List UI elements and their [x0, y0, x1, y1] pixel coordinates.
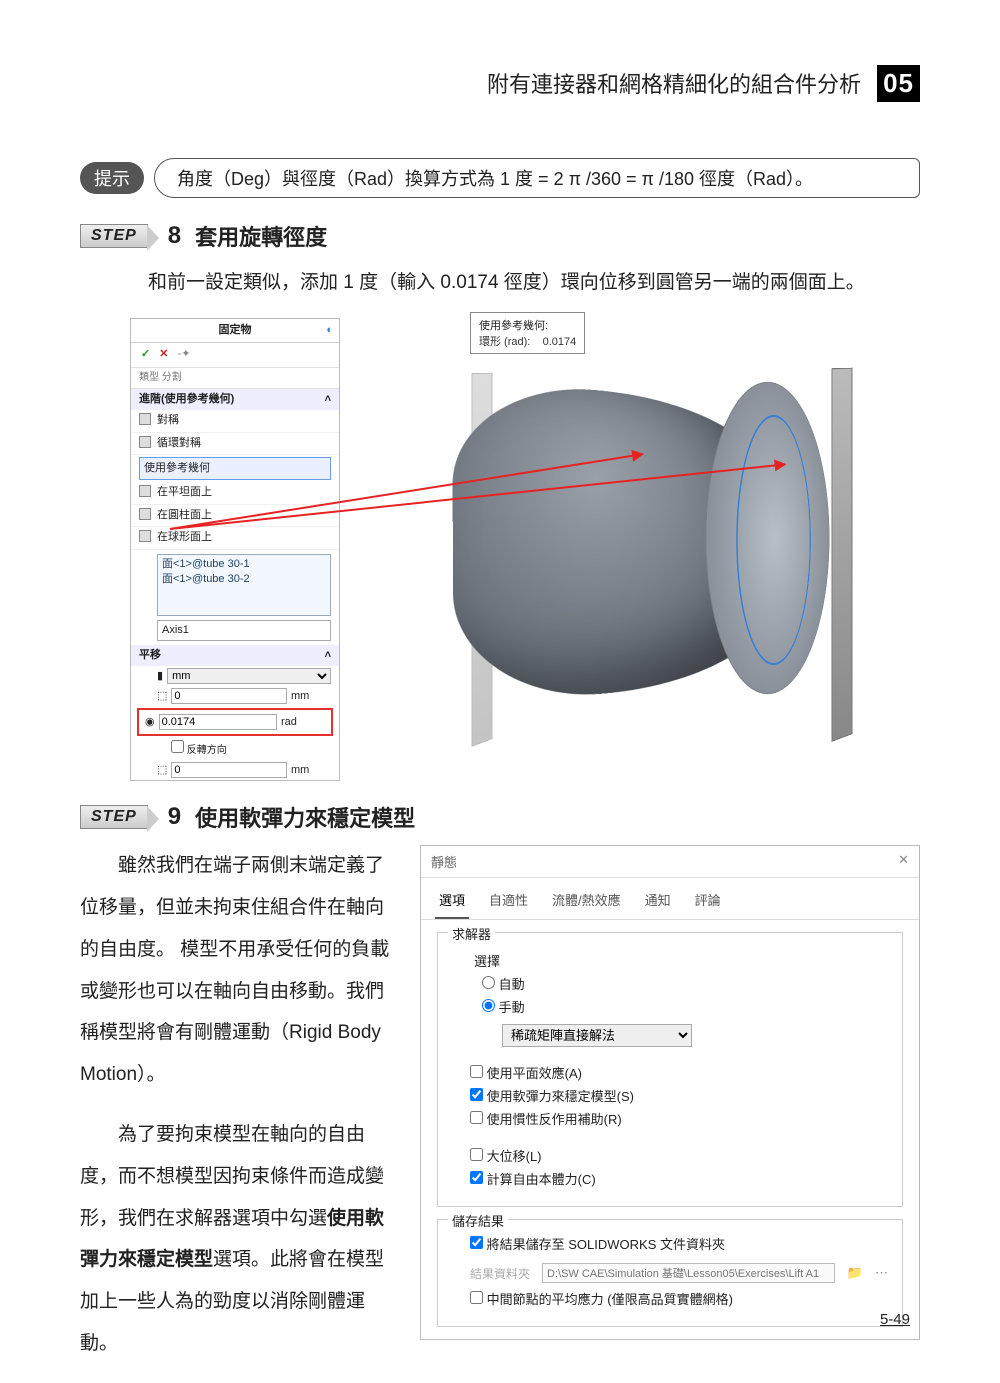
unit-label-3: mm: [291, 763, 331, 778]
tab-comment[interactable]: 評論: [691, 886, 725, 919]
tab-adaptive[interactable]: 自適性: [485, 886, 532, 919]
tree-flat[interactable]: 在平坦面上: [131, 482, 339, 504]
section-advanced[interactable]: 進階(使用參考幾何): [139, 393, 234, 405]
selection-box[interactable]: 面<1>@tube 30-1 面<1>@tube 30-2: [157, 554, 331, 616]
step9-text: 雖然我們在端子兩側末端定義了位移量，但並未拘束住組合件在軸向的自由度。 模型不用…: [80, 845, 390, 1383]
tree-sphere[interactable]: 在球形面上: [131, 527, 339, 549]
tab-flow[interactable]: 流體/熱效應: [548, 886, 625, 919]
pin-icon[interactable]: -✦: [178, 348, 191, 360]
help-icon[interactable]: ◐: [326, 323, 333, 338]
value-input-1[interactable]: [171, 688, 287, 704]
chk-soft-spring[interactable]: 使用軟彈力來穩定模型(S): [470, 1086, 888, 1105]
tooltip-label: 環形 (rad):: [479, 336, 530, 348]
select-label: 選擇: [474, 951, 888, 970]
close-icon[interactable]: ✕: [898, 852, 909, 871]
chevron-up-icon[interactable]: ˄: [325, 392, 331, 407]
step8-number: 8: [168, 222, 181, 250]
rot-icon[interactable]: ◉: [145, 715, 155, 730]
sel-face-2[interactable]: 面<1>@tube 30-2: [162, 572, 326, 587]
tooltip-value: 0.0174: [543, 336, 577, 348]
panel-tabs[interactable]: 類型 分割: [131, 368, 339, 389]
tooltip-line1: 使用參考幾何:: [479, 317, 576, 333]
save-label: 儲存結果: [448, 1211, 508, 1230]
radio-auto[interactable]: 自動: [482, 974, 888, 993]
unit-label-1: mm: [291, 689, 331, 704]
highlighted-row: ◉ rad: [137, 708, 333, 736]
solver-group: 求解器 選擇 自動 手動 稀疏矩陣直接解法 使用平面效應(A) 使用軟彈力來穩定…: [437, 932, 903, 1207]
reverse-checkbox[interactable]: 反轉方向: [171, 745, 227, 756]
chk-plane[interactable]: 使用平面效應(A): [470, 1063, 888, 1082]
tab-notify[interactable]: 通知: [641, 886, 675, 919]
step-chip: STEP: [80, 805, 148, 829]
step8-body: 和前一設定類似，添加 1 度（輸入 0.0174 徑度）環向位移到圓管另一端的兩…: [110, 264, 920, 302]
step8-header: STEP 8 套用旋轉徑度: [80, 220, 920, 252]
hint-row: 提示 角度（Deg）與徑度（Rad）換算方式為 1 度 = 2 π /360 =…: [80, 158, 920, 198]
value-input-rad[interactable]: [159, 714, 277, 730]
ok-icon[interactable]: ✓: [141, 348, 150, 360]
step8-title: 套用旋轉徑度: [195, 220, 327, 252]
value-row-3: ⬚ mm: [131, 760, 339, 780]
tree-symmetry[interactable]: 對稱: [131, 410, 339, 432]
static-dialog: 靜態 ✕ 選項 自適性 流體/熱效應 通知 評論 求解器 選擇 自動 手動 稀疏…: [420, 845, 920, 1340]
path-input[interactable]: [542, 1263, 835, 1283]
tab-options[interactable]: 選項: [435, 886, 469, 919]
solver-select[interactable]: 稀疏矩陣直接解法: [502, 1024, 692, 1047]
browse-icon[interactable]: ⋯: [875, 1265, 888, 1281]
unit-row: ▮ mm: [131, 666, 339, 686]
axis-box[interactable]: Axis1: [157, 620, 331, 641]
unit-label-rad: rad: [281, 715, 321, 730]
step9-number: 9: [168, 803, 181, 831]
page-number: 5-49: [880, 1311, 910, 1328]
section-translate[interactable]: 平移: [139, 649, 161, 661]
chk-save-folder[interactable]: 將結果儲存至 SOLIDWORKS 文件資料夾: [470, 1234, 888, 1253]
step9-para2: 為了要拘束模型在軸向的自由度，而不想模型因拘束條件而造成變形，我們在求解器選項中…: [80, 1114, 390, 1365]
save-group: 儲存結果 將結果儲存至 SOLIDWORKS 文件資料夾 結果資料夾 📁 ⋯ 中…: [437, 1219, 903, 1327]
step-chip: STEP: [80, 224, 148, 248]
panel-title: 固定物: [219, 324, 252, 336]
flange-right: [832, 368, 853, 742]
fixture-panel: 固定物 ◐ ✓ ✕ -✦ 類型 分割 進階(使用參考幾何) ˄ 對稱 循環對稱 使用…: [130, 318, 340, 781]
cylinder-viewport: 使用參考幾何: 環形 (rad): 0.0174: [360, 318, 920, 758]
tree-refgeom[interactable]: 使用參考幾何: [139, 457, 331, 480]
step8-figure: 固定物 ◐ ✓ ✕ -✦ 類型 分割 進階(使用參考幾何) ˄ 對稱 循環對稱 使用…: [130, 318, 920, 781]
cylinder-model: [420, 348, 840, 728]
unit-select[interactable]: mm: [167, 668, 331, 684]
chevron-up-icon[interactable]: ˄: [325, 648, 331, 663]
step9-para1: 雖然我們在端子兩側末端定義了位移量，但並未拘束住組合件在軸向的自由度。 模型不用…: [80, 845, 390, 1096]
unit-icon: ▮: [157, 669, 163, 684]
step9-header: STEP 9 使用軟彈力來穩定模型: [80, 801, 920, 833]
hint-label: 提示: [80, 162, 144, 194]
dialog-tabs: 選項 自適性 流體/熱效應 通知 評論: [421, 878, 919, 920]
chapter-title: 附有連接器和網格精細化的組合件分析: [487, 72, 861, 97]
step9-content: 雖然我們在端子兩側末端定義了位移量，但並未拘束住組合件在軸向的自由度。 模型不用…: [80, 845, 920, 1383]
path-row: 結果資料夾 📁 ⋯: [470, 1263, 888, 1283]
cylinder-face: [706, 362, 830, 715]
tree-cyclic[interactable]: 循環對稱: [131, 433, 339, 455]
value-row-1: ⬚ mm: [131, 686, 339, 706]
chk-large-disp[interactable]: 大位移(L): [470, 1146, 888, 1165]
solver-label: 求解器: [448, 924, 495, 943]
dir-icon-2[interactable]: ⬚: [157, 763, 167, 778]
path-label: 結果資料夾: [470, 1265, 530, 1282]
dialog-title: 靜態: [431, 852, 457, 871]
sel-face-1[interactable]: 面<1>@tube 30-1: [162, 557, 326, 572]
confirm-row: ✓ ✕ -✦: [131, 343, 339, 367]
hint-text: 角度（Deg）與徑度（Rad）換算方式為 1 度 = 2 π /360 = π …: [154, 158, 920, 198]
folder-icon[interactable]: 📁: [847, 1265, 863, 1281]
chapter-header: 附有連接器和網格精細化的組合件分析 05: [487, 65, 920, 102]
dir-icon[interactable]: ⬚: [157, 689, 167, 704]
chapter-number: 05: [877, 65, 920, 102]
radio-manual[interactable]: 手動: [482, 997, 888, 1016]
step9-title: 使用軟彈力來穩定模型: [195, 801, 415, 833]
chk-midnode[interactable]: 中間節點的平均應力 (僅限高品質實體網格): [470, 1289, 888, 1308]
chk-inertia[interactable]: 使用慣性反作用補助(R): [470, 1109, 888, 1128]
value-input-3[interactable]: [171, 762, 287, 778]
chk-freebody[interactable]: 計算自由本體力(C): [470, 1169, 888, 1188]
cancel-icon[interactable]: ✕: [159, 348, 168, 360]
